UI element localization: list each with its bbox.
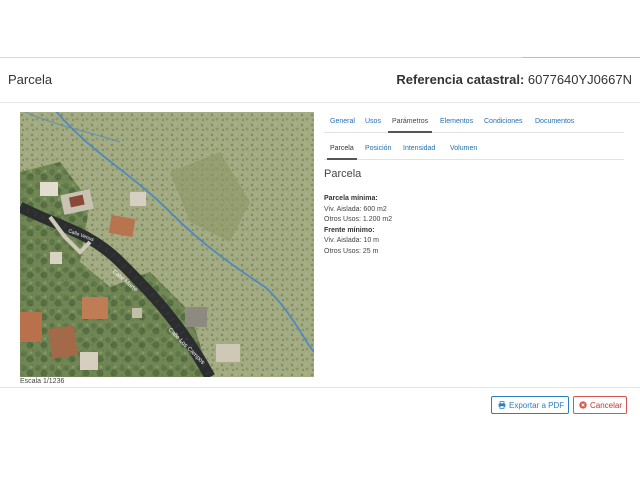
min-front-heading: Frente mínimo:	[324, 226, 375, 234]
tab-elementos[interactable]: Elementos	[440, 118, 473, 125]
secondary-tabs: Parcela Posición Intensidad Volumen	[324, 139, 624, 160]
cadastral-reference-value: 6077640YJ0667N	[527, 72, 632, 87]
tab-usos[interactable]: Usos	[365, 118, 381, 125]
export-pdf-label: Exportar a PDF	[509, 400, 565, 410]
min-front-otros: Otros Usos: 25 m	[324, 247, 379, 255]
section-title: Parcela	[324, 168, 362, 180]
primary-tabs: General Usos Parámetros Elementos Condic…	[324, 112, 624, 133]
subtab-posicion[interactable]: Posición	[365, 145, 391, 152]
min-front-viv: Viv. Aislada: 10 m	[324, 237, 379, 244]
export-pdf-button[interactable]: Exportar a PDF	[491, 396, 569, 414]
details-panel: General Usos Parámetros Elementos Condic…	[324, 112, 624, 255]
tab-documentos[interactable]: Documentos	[535, 118, 574, 125]
tab-general[interactable]: General	[330, 118, 355, 125]
aerial-map[interactable]: Calle Marte Calle Los Campos Calle Venus	[20, 112, 314, 377]
footer-divider	[0, 387, 640, 388]
tab-parametros[interactable]: Parámetros	[387, 118, 433, 133]
map-scale-label: Escala 1/1236	[20, 378, 65, 385]
cadastral-reference: Referencia catastral: 6077640YJ0667N	[396, 72, 632, 87]
subtab-parcela[interactable]: Parcela	[327, 145, 357, 160]
cancel-label: Cancelar	[590, 400, 623, 410]
min-parcel-otros: Otros Usos: 1.200 m2	[324, 216, 393, 223]
subtab-volumen[interactable]: Volumen	[450, 145, 477, 152]
min-parcel-viv: Viv. Aislada: 600 m2	[324, 205, 387, 213]
cancel-button[interactable]: Cancelar	[573, 396, 627, 414]
cadastral-reference-label: Referencia catastral:	[396, 72, 525, 87]
modal-header: Parcela Referencia catastral: 6077640YJ0…	[0, 58, 640, 103]
aerial-map-image: Calle Marte Calle Los Campos Calle Venus	[20, 112, 314, 377]
subtab-intensidad[interactable]: Intensidad	[403, 145, 435, 152]
parameters-list: Parcela mínima: Viv. Aislada: 600 m2 Otr…	[324, 194, 392, 257]
modal-title: Parcela	[8, 72, 53, 87]
tab-condiciones[interactable]: Condiciones	[484, 118, 523, 125]
min-parcel-heading: Parcela mínima:	[324, 195, 378, 202]
printer-icon	[498, 401, 506, 409]
close-circle-icon	[579, 401, 587, 409]
